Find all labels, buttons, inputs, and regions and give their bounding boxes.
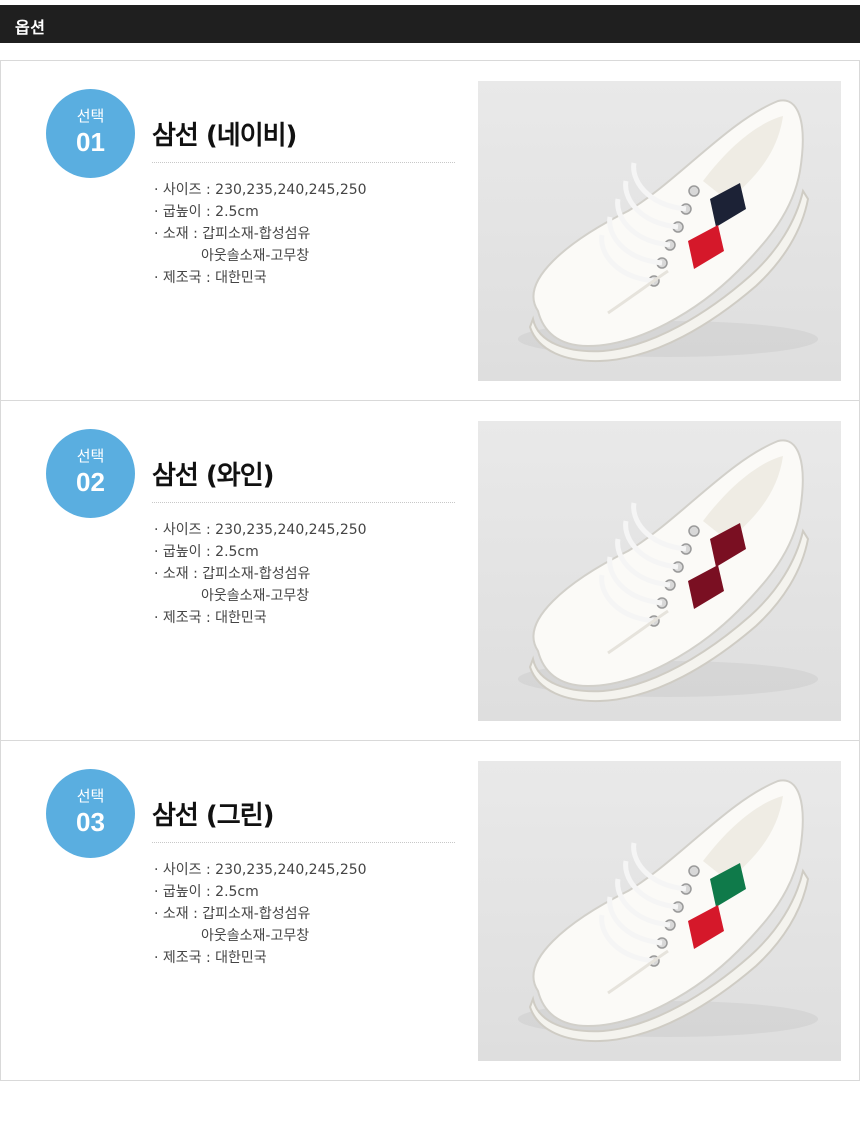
badge-number: 03: [76, 807, 105, 837]
spec-origin: · 제조국 : 대한민국: [154, 610, 267, 626]
navy-stripe-canvas-sneaker: [518, 99, 818, 363]
badge-number: 01: [76, 127, 105, 157]
option-badge: 선택 01: [46, 89, 135, 178]
spec-list: · 사이즈 : 230,235,240,245,250 · 굽높이 : 2.5c…: [154, 519, 454, 629]
option-title: 삼선 (그린): [152, 801, 274, 831]
spec-material-continued: 아웃솔소재-고무창: [201, 928, 310, 944]
option-item: 선택 02 삼선 (와인) · 사이즈 : 230,235,240,245,25…: [0, 400, 860, 740]
spec-origin: · 제조국 : 대한민국: [154, 950, 267, 966]
spec-heel-height: · 굽높이 : 2.5cm: [154, 884, 259, 900]
option-badge: 선택 02: [46, 429, 135, 518]
spec-size: · 사이즈 : 230,235,240,245,250: [154, 522, 367, 538]
spec-list: · 사이즈 : 230,235,240,245,250 · 굽높이 : 2.5c…: [154, 179, 454, 289]
spec-heel-height: · 굽높이 : 2.5cm: [154, 544, 259, 560]
title-divider: [152, 502, 455, 503]
option-list: 선택 01 삼선 (네이비) · 사이즈 : 230,235,240,245,2…: [0, 60, 860, 1081]
section-title: 옵션: [15, 18, 46, 37]
title-divider: [152, 162, 455, 163]
spec-list: · 사이즈 : 230,235,240,245,250 · 굽높이 : 2.5c…: [154, 859, 454, 969]
spec-material-continued: 아웃솔소재-고무창: [201, 248, 310, 264]
badge-label: 선택: [76, 447, 105, 465]
spec-material-continued: 아웃솔소재-고무창: [201, 588, 310, 604]
section-header: 옵션: [0, 5, 860, 43]
wine-stripe-canvas-sneaker: [518, 439, 818, 703]
spec-material: · 소재 : 갑피소재-합성섬유: [154, 566, 311, 582]
option-title: 삼선 (와인): [152, 461, 274, 491]
option-badge: 선택 03: [46, 769, 135, 858]
badge-label: 선택: [76, 787, 105, 805]
product-photo: [478, 81, 841, 381]
spec-material: · 소재 : 갑피소재-합성섬유: [154, 226, 311, 242]
spec-heel-height: · 굽높이 : 2.5cm: [154, 204, 259, 220]
product-photo: [478, 761, 841, 1061]
product-photo: [478, 421, 841, 721]
spec-size: · 사이즈 : 230,235,240,245,250: [154, 862, 367, 878]
option-item: 선택 01 삼선 (네이비) · 사이즈 : 230,235,240,245,2…: [0, 60, 860, 400]
spec-material: · 소재 : 갑피소재-합성섬유: [154, 906, 311, 922]
option-item: 선택 03 삼선 (그린) · 사이즈 : 230,235,240,245,25…: [0, 740, 860, 1081]
badge-label: 선택: [76, 107, 105, 125]
option-title: 삼선 (네이비): [152, 121, 297, 151]
badge-number: 02: [76, 467, 105, 497]
title-divider: [152, 842, 455, 843]
spec-size: · 사이즈 : 230,235,240,245,250: [154, 182, 367, 198]
spec-origin: · 제조국 : 대한민국: [154, 270, 267, 286]
green-stripe-canvas-sneaker: [518, 779, 818, 1043]
